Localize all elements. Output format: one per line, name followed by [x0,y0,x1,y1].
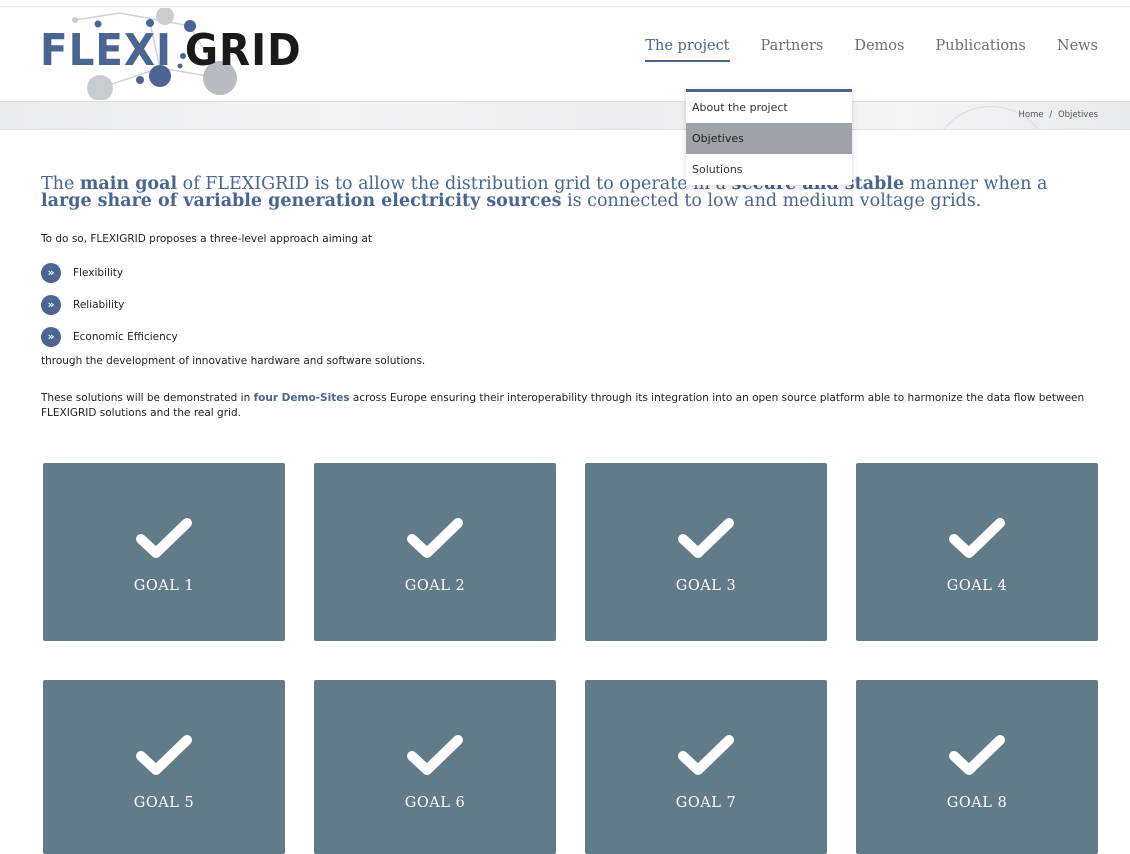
checkmark-icon [949,735,1005,775]
breadcrumb-home-link[interactable]: Home [1019,110,1044,120]
approach-list: » Flexibility » Reliability » Economic E… [41,262,178,358]
list-item: » Reliability [41,294,178,315]
breadcrumb: Home / Objetives [1019,110,1098,120]
dropdown-item-solutions[interactable]: Solutions [686,154,852,185]
logo-part-flexi: FLEXI [40,25,172,76]
list-item-text: Flexibility [73,266,124,279]
checkmark-icon [136,735,192,775]
nav-item-the-project[interactable]: The project [645,38,730,62]
nav-item-news[interactable]: News [1057,38,1098,62]
intro-text-4: is connected to low and medium voltage g… [561,191,982,211]
breadcrumb-separator: / [1049,110,1053,120]
demo-sites-link[interactable]: four Demo-Sites [254,392,350,404]
project-dropdown-menu: About the project Objetives Solutions [686,89,852,185]
checkmark-icon [136,518,192,558]
goal-card-6[interactable]: GOAL 6 [314,680,556,854]
list-item: » Flexibility [41,262,178,283]
nav-item-publications[interactable]: Publications [935,38,1025,62]
goal-card-1[interactable]: GOAL 1 [43,463,285,641]
dropdown-item-objetives[interactable]: Objetives [686,123,852,154]
goal-label: GOAL 1 [133,578,195,594]
list-item-text: Economic Efficiency [73,330,178,343]
checkmark-icon [678,735,734,775]
approach-paragraph: To do so, FLEXIGRID proposes a three-lev… [41,233,372,245]
goal-card-2[interactable]: GOAL 2 [314,463,556,641]
goal-label: GOAL 4 [946,578,1008,594]
breadcrumb-band: Home / Objetives [0,101,1130,130]
demo-sites-paragraph: These solutions will be demonstrated in … [41,391,1101,421]
double-chevron-right-icon: » [41,294,61,315]
goal-card-4[interactable]: GOAL 4 [856,463,1098,641]
intro-bold-large-share: large share of variable generation elect… [41,191,562,211]
dropdown-item-about-the-project[interactable]: About the project [686,92,852,123]
goal-label: GOAL 8 [946,795,1008,811]
goal-label: GOAL 7 [675,795,737,811]
nav-item-demos[interactable]: Demos [854,38,904,62]
main-nav: The project Partners Demos Publications … [645,38,1098,62]
goal-card-5[interactable]: GOAL 5 [43,680,285,854]
demo-text-1: These solutions will be demonstrated in [41,392,254,404]
goal-card-3[interactable]: GOAL 3 [585,463,827,641]
logo-wordmark: FLEXI GRID [40,25,302,76]
goal-card-7[interactable]: GOAL 7 [585,680,827,854]
double-chevron-right-icon: » [41,262,61,283]
intro-heading: The main goal of FLEXIGRID is to allow t… [41,175,1101,211]
development-paragraph: through the development of innovative ha… [41,355,426,367]
goal-label: GOAL 6 [404,795,466,811]
flexigrid-logo[interactable]: FLEXI GRID [40,8,301,100]
list-item: » Economic Efficiency [41,326,178,347]
checkmark-icon [407,518,463,558]
checkmark-icon [949,518,1005,558]
checkmark-icon [407,735,463,775]
breadcrumb-current: Objetives [1057,110,1098,120]
goal-label: GOAL 3 [675,578,737,594]
top-divider [0,6,1130,7]
goal-label: GOAL 5 [133,795,195,811]
logo-part-grid: GRID [184,25,302,76]
list-item-text: Reliability [73,298,125,311]
nav-item-partners[interactable]: Partners [761,38,824,62]
goal-card-8[interactable]: GOAL 8 [856,680,1098,854]
goal-label: GOAL 2 [404,578,466,594]
checkmark-icon [678,518,734,558]
double-chevron-right-icon: » [41,326,61,347]
